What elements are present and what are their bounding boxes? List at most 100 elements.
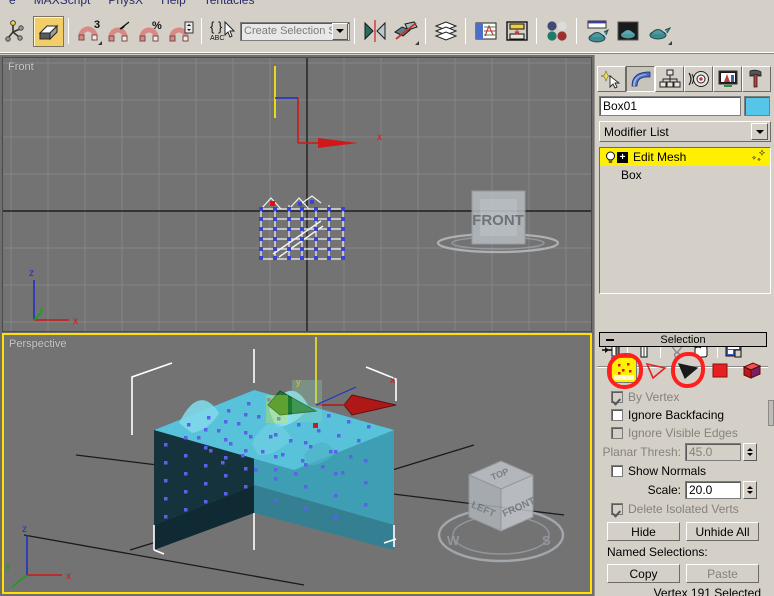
render-setup-icon[interactable] bbox=[581, 16, 612, 47]
tab-hierarchy[interactable] bbox=[655, 66, 684, 92]
flyout-corner-icon bbox=[668, 40, 672, 45]
stack-item-edit-mesh[interactable]: + Edit Mesh bbox=[600, 148, 770, 166]
snap-3d-toggle-button[interactable]: 3 bbox=[73, 16, 104, 47]
spinner-snap-toggle-button[interactable] bbox=[166, 16, 197, 47]
checkbox-row-ignore-visible-edges[interactable]: Ignore Visible Edges bbox=[599, 424, 767, 442]
checkbox-row-delete-isolated-verts[interactable]: Delete Isolated Verts bbox=[599, 500, 767, 518]
command-panel-scrollbar[interactable] bbox=[768, 332, 774, 592]
tab-create[interactable] bbox=[597, 66, 626, 92]
checkbox-row-by-vertex[interactable]: By Vertex bbox=[599, 388, 767, 406]
tab-modify[interactable] bbox=[626, 66, 655, 92]
selection-rollout-title: Selection bbox=[660, 333, 706, 346]
rendered-frame-window-icon[interactable] bbox=[612, 16, 643, 47]
scale-input[interactable]: 20.0 bbox=[685, 481, 741, 499]
subobject-edge-button[interactable] bbox=[643, 357, 669, 383]
ignore-backfacing-label: Ignore Backfacing bbox=[628, 408, 725, 422]
planar-thresh-input[interactable]: 45.0 bbox=[685, 443, 741, 461]
material-editor-icon[interactable] bbox=[541, 16, 572, 47]
lightbulb-icon[interactable] bbox=[603, 151, 617, 164]
svg-text:ABC: ABC bbox=[210, 35, 224, 42]
paste-button[interactable]: Paste bbox=[686, 564, 759, 583]
object-name-field[interactable]: Box01 bbox=[599, 96, 741, 116]
checkbox-row-ignore-backfacing[interactable]: Ignore Backfacing bbox=[599, 406, 767, 424]
create-selection-set-text[interactable]: Create Selection Set bbox=[241, 25, 332, 37]
svg-text:x: x bbox=[73, 316, 78, 327]
schematic-view-icon[interactable] bbox=[501, 16, 532, 47]
viewport-perspective[interactable]: Perspective W S TOP LEFT FRONT y x z x y bbox=[2, 333, 592, 594]
ignore-backfacing-checkbox[interactable] bbox=[611, 409, 623, 421]
svg-text:%: % bbox=[152, 20, 162, 32]
unhide-all-button[interactable]: Unhide All bbox=[686, 522, 759, 541]
viewport-front[interactable]: Front FRONT x z x y bbox=[2, 57, 592, 332]
collapse-minus-icon[interactable] bbox=[606, 339, 614, 341]
modifier-stack[interactable]: + Edit Mesh Box bbox=[599, 147, 771, 294]
svg-text:x: x bbox=[66, 571, 71, 582]
percent-snap-toggle-button[interactable]: % bbox=[135, 16, 166, 47]
toolbar-separator-7 bbox=[576, 18, 577, 44]
svg-text:y: y bbox=[296, 377, 301, 387]
curve-editor-icon[interactable] bbox=[470, 16, 501, 47]
scrollbar-thumb[interactable] bbox=[768, 400, 774, 426]
stack-item-box[interactable]: Box bbox=[600, 166, 770, 184]
menu-item-maxscript[interactable]: MAXScript bbox=[25, 0, 100, 9]
hide-button[interactable]: Hide bbox=[607, 522, 680, 541]
snaps-toggle-button[interactable] bbox=[33, 15, 64, 47]
subobject-level-buttons bbox=[599, 352, 767, 389]
show-normals-label: Show Normals bbox=[628, 464, 707, 478]
modifier-list-dropdown[interactable]: Modifier List bbox=[599, 121, 771, 142]
by-vertex-checkbox[interactable] bbox=[611, 391, 623, 403]
tab-utilities[interactable] bbox=[742, 66, 771, 92]
object-name-row: Box01 bbox=[599, 96, 771, 117]
copy-button[interactable]: Copy bbox=[607, 564, 680, 583]
svg-text:z: z bbox=[22, 524, 27, 535]
select-and-manipulate-icon[interactable] bbox=[2, 16, 33, 47]
copy-paste-row: Copy Paste bbox=[599, 560, 767, 583]
planar-thresh-spinner[interactable] bbox=[743, 443, 757, 461]
tab-display[interactable] bbox=[713, 66, 742, 92]
selection-rollout-header[interactable]: Selection bbox=[599, 332, 767, 347]
main-toolbar: 3 % {} ABC Create Selection bbox=[0, 9, 774, 54]
svg-text:x: x bbox=[390, 375, 395, 386]
modifier-list-label: Modifier List bbox=[604, 124, 669, 139]
show-normals-checkbox[interactable] bbox=[611, 465, 623, 477]
subobject-element-button[interactable] bbox=[739, 357, 765, 383]
menu-item-0[interactable]: e bbox=[0, 0, 25, 9]
layer-manager-icon[interactable] bbox=[430, 16, 461, 47]
menu-item-physx[interactable]: PhysX bbox=[99, 0, 152, 9]
checkbox-row-show-normals[interactable]: Show Normals bbox=[599, 462, 767, 480]
menu-item-tentacles[interactable]: Tentacles bbox=[195, 0, 264, 9]
align-icon[interactable] bbox=[390, 16, 421, 47]
scale-spinner[interactable] bbox=[743, 481, 757, 499]
perspective-viewport-scene: W S TOP LEFT FRONT y x z x y bbox=[4, 335, 590, 592]
stack-item-label: Edit Mesh bbox=[633, 150, 687, 164]
viewport-front-label[interactable]: Front bbox=[8, 61, 34, 73]
tab-motion[interactable] bbox=[684, 66, 713, 92]
render-production-icon[interactable] bbox=[643, 16, 674, 47]
front-viewport-scene: FRONT x z x y bbox=[3, 58, 591, 331]
angle-snap-toggle-button[interactable] bbox=[104, 16, 135, 47]
chevron-down-icon[interactable] bbox=[751, 123, 768, 140]
mirror-icon[interactable] bbox=[359, 16, 390, 47]
selection-rollout: Selection By Vertex Ignore Backfacing Ig… bbox=[599, 332, 767, 596]
object-color-swatch[interactable] bbox=[744, 96, 770, 116]
viewport-perspective-label[interactable]: Perspective bbox=[9, 338, 66, 350]
edit-named-selection-sets-icon[interactable]: { } ABC bbox=[206, 16, 237, 47]
svg-text:y: y bbox=[6, 561, 11, 571]
chevron-down-icon[interactable] bbox=[332, 22, 348, 40]
svg-text:z: z bbox=[29, 268, 34, 279]
delete-isolated-verts-checkbox[interactable] bbox=[611, 503, 623, 515]
svg-text:S: S bbox=[542, 533, 551, 548]
create-selection-set-combo[interactable]: Create Selection Set bbox=[240, 21, 350, 41]
menu-item-help[interactable]: Help bbox=[152, 0, 195, 9]
planar-thresh-label: Planar Thresh: bbox=[602, 445, 682, 459]
subobject-polygon-button[interactable] bbox=[707, 357, 733, 383]
expand-plus-icon[interactable]: + bbox=[617, 151, 628, 163]
selection-status-text: Vertex 191 Selected bbox=[653, 586, 761, 596]
svg-text:{ }: { } bbox=[210, 19, 223, 34]
menu-bar: e MAXScript PhysX Help Tentacles bbox=[0, 0, 774, 9]
subobject-face-button[interactable] bbox=[671, 352, 705, 388]
named-selections-label: Named Selections: bbox=[607, 545, 708, 559]
subobject-vertex-button[interactable] bbox=[607, 353, 643, 389]
ignore-visible-edges-checkbox[interactable] bbox=[611, 427, 623, 439]
svg-text:x: x bbox=[377, 132, 382, 143]
